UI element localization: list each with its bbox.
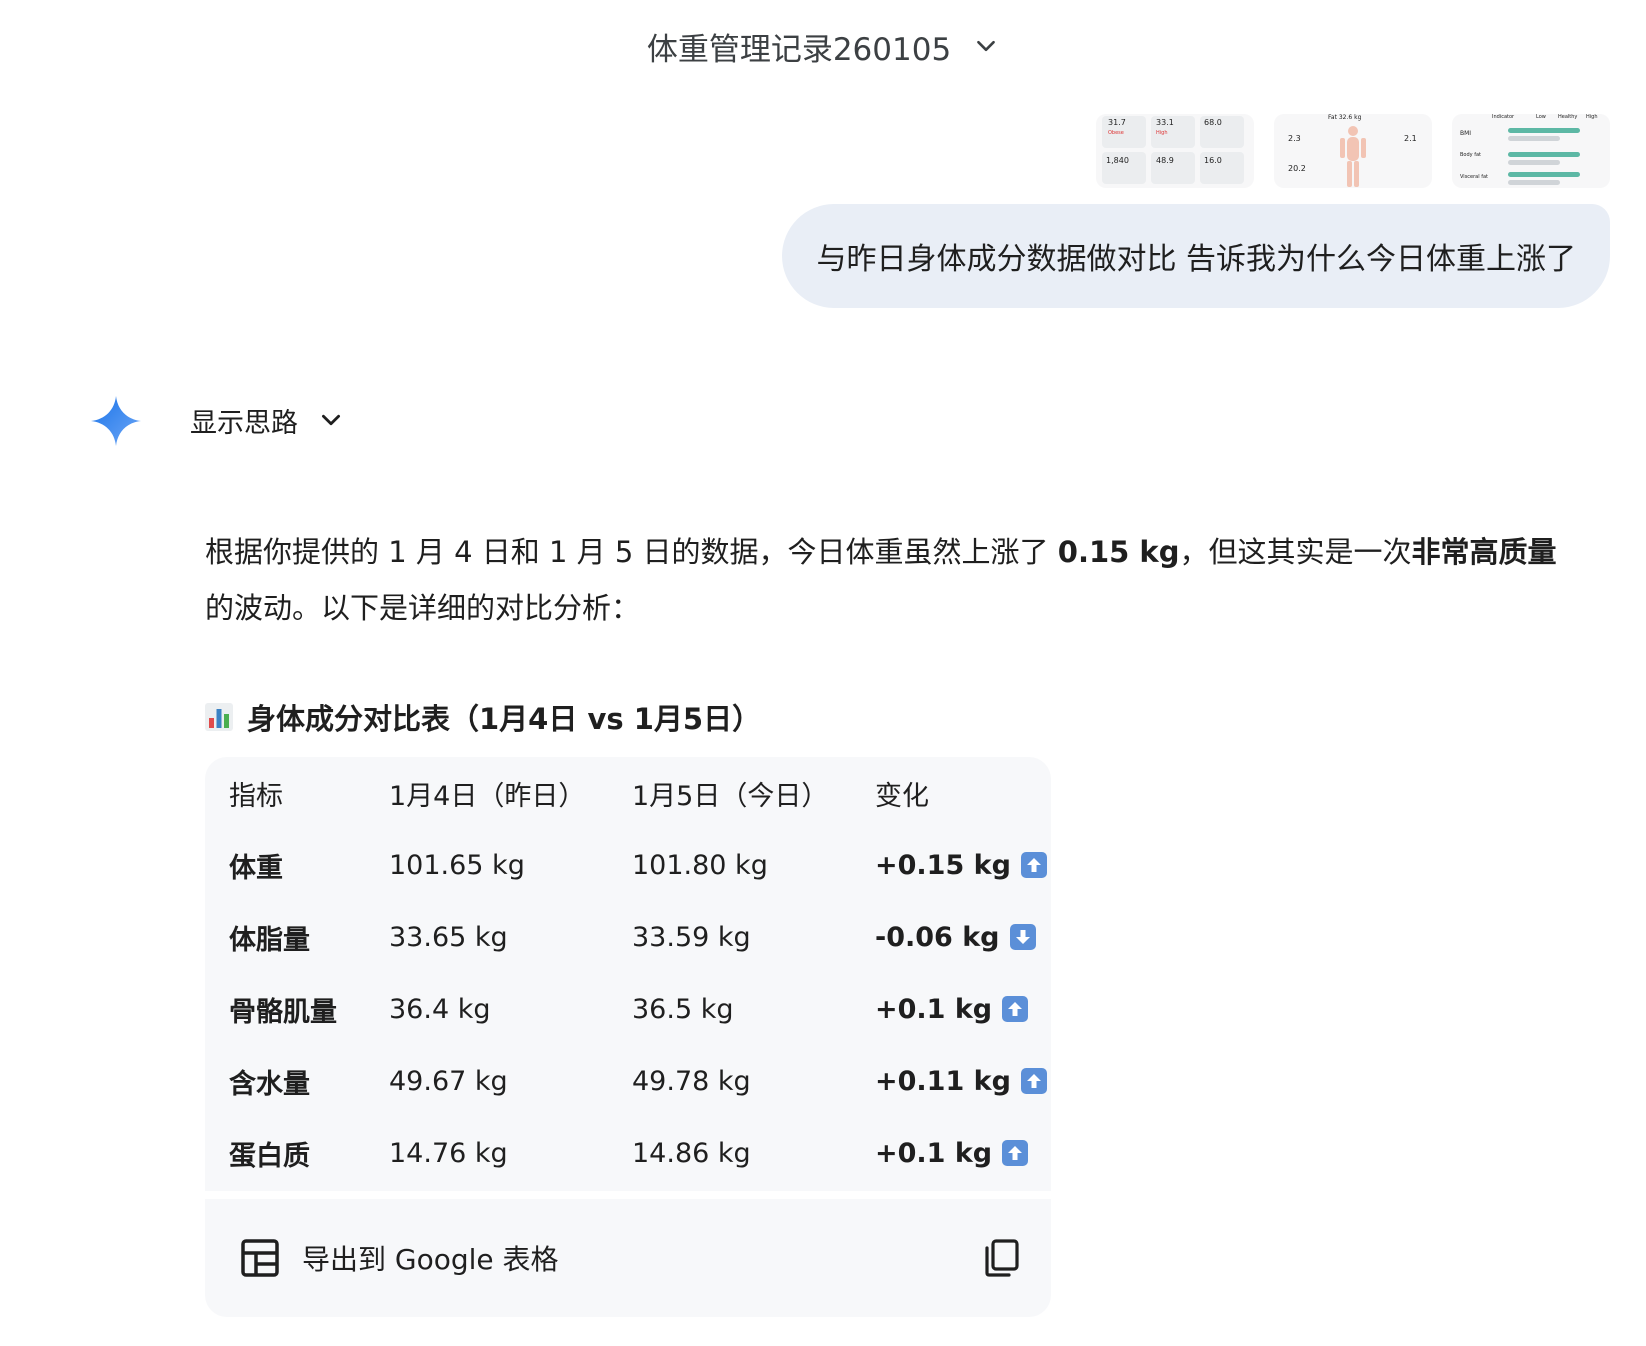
thumb-value: 2.1 — [1404, 134, 1417, 143]
change-value: -0.06 kg — [875, 921, 1000, 953]
today-value: 49.78 kg — [632, 1065, 751, 1097]
metric-name: 骨骼肌量 — [229, 996, 337, 1028]
table-row: 骨骼肌量 36.4 kg 36.5 kg +0.1 kg — [205, 973, 1051, 1045]
show-thinking-toggle[interactable]: 显示思路 — [190, 398, 344, 442]
thumb-header: High — [1586, 114, 1598, 120]
change-value: +0.11 kg — [875, 1065, 1011, 1097]
copy-icon[interactable] — [983, 1239, 1019, 1277]
comparison-table: 指标 1月4日（昨日） 1月5日（今日） 变化 体重 101.65 kg 101… — [205, 757, 1051, 1191]
bar-chart-icon — [205, 703, 233, 731]
answer-highlight: 非常高质量 — [1411, 535, 1557, 569]
today-value: 36.5 kg — [632, 993, 734, 1025]
arrow-up-icon — [1002, 1140, 1029, 1166]
thumb-header: Indicator — [1492, 114, 1515, 120]
table-heading: 身体成分对比表（1月4日 vs 1月5日） — [205, 692, 761, 742]
thumb-tag: High — [1156, 130, 1168, 136]
thumb-header: Low — [1536, 114, 1546, 120]
yesterday-value: 49.67 kg — [389, 1065, 508, 1097]
table-grid-icon — [241, 1239, 279, 1277]
table-row: 蛋白质 14.76 kg 14.86 kg +0.1 kg — [205, 1117, 1051, 1189]
arrow-up-icon — [1020, 852, 1047, 878]
thumb-value: 20.2 — [1288, 164, 1306, 173]
today-value: 14.86 kg — [632, 1137, 751, 1169]
attachment-thumbnail[interactable]: Fat 32.6 kg 2.3 2.1 20.2 — [1274, 114, 1432, 188]
change-cell: +0.1 kg — [875, 1137, 1029, 1169]
thumb-value: 16.0 — [1204, 156, 1222, 165]
yesterday-value: 36.4 kg — [389, 993, 491, 1025]
column-header: 变化 — [875, 780, 929, 812]
change-cell: +0.11 kg — [875, 1066, 1047, 1097]
table-header-row: 指标 1月4日（昨日） 1月5日（今日） 变化 — [205, 757, 1051, 829]
thumb-header: Healthy — [1558, 114, 1578, 120]
column-header: 1月4日（昨日） — [389, 780, 586, 812]
user-message-bubble: 与昨日身体成分数据做对比 告诉我为什么今日体重上涨了 — [782, 204, 1610, 308]
change-value: +0.1 kg — [875, 1137, 993, 1169]
change-cell: +0.1 kg — [875, 993, 1029, 1025]
metric-name: 蛋白质 — [229, 1140, 310, 1172]
column-header: 1月5日（今日） — [632, 780, 829, 812]
change-cell: +0.15 kg — [875, 850, 1047, 881]
change-cell: -0.06 kg — [875, 922, 1036, 953]
metric-name: 体脂量 — [229, 924, 310, 956]
answer-paragraph: 根据你提供的 1 月 4 日和 1 月 5 日的数据，今日体重虽然上涨了 0.1… — [205, 524, 1585, 636]
yesterday-value: 33.65 kg — [389, 921, 508, 953]
thumb-value: 1,840 — [1106, 156, 1129, 165]
answer-text: 根据你提供的 1 月 4 日和 1 月 5 日的数据，今日体重虽然上涨了 — [205, 535, 1058, 569]
arrow-up-icon — [1020, 1068, 1047, 1094]
table-row: 体重 101.65 kg 101.80 kg +0.15 kg — [205, 829, 1051, 901]
thumb-value: 2.3 — [1288, 134, 1301, 143]
today-value: 33.59 kg — [632, 921, 751, 953]
thumb-row: Body fat — [1460, 152, 1481, 158]
attachment-thumbnail[interactable]: 31.7 Obese 33.1 High 68.0 1,840 48.9 16.… — [1096, 114, 1254, 188]
answer-text: ，但这其实是一次 — [1179, 535, 1412, 569]
thumb-value: 68.0 — [1204, 118, 1222, 127]
body-figure-icon — [1340, 126, 1366, 187]
gemini-spark-icon — [91, 396, 141, 446]
table-heading-text: 身体成分对比表（1月4日 vs 1月5日） — [247, 702, 762, 736]
yesterday-value: 101.65 kg — [389, 849, 525, 881]
thumb-row: Visceral fat — [1460, 174, 1489, 180]
table-row: 体脂量 33.65 kg 33.59 kg -0.06 kg — [205, 901, 1051, 973]
yesterday-value: 14.76 kg — [389, 1137, 508, 1169]
attachment-thumbnails: 31.7 Obese 33.1 High 68.0 1,840 48.9 16.… — [1096, 114, 1610, 188]
export-bar: 导出到 Google 表格 — [205, 1199, 1051, 1317]
change-value: +0.1 kg — [875, 993, 993, 1025]
thumb-title: Fat 32.6 kg — [1328, 114, 1362, 121]
change-value: +0.15 kg — [875, 849, 1011, 881]
export-to-sheets-button[interactable]: 导出到 Google 表格 — [302, 1199, 559, 1317]
arrow-up-icon — [1002, 996, 1029, 1022]
chevron-down-icon[interactable] — [973, 33, 999, 59]
thumb-value: 31.7 — [1108, 118, 1126, 127]
show-thinking-label: 显示思路 — [190, 407, 298, 439]
today-value: 101.80 kg — [632, 849, 768, 881]
chat-title[interactable]: 体重管理记录260105 — [0, 22, 1646, 70]
column-header: 指标 — [229, 780, 283, 812]
arrow-down-icon — [1009, 924, 1036, 950]
answer-text: 的波动。以下是详细的对比分析： — [205, 591, 641, 625]
chevron-down-icon — [322, 414, 340, 426]
table-row: 含水量 49.67 kg 49.78 kg +0.11 kg — [205, 1045, 1051, 1117]
chat-title-text: 体重管理记录260105 — [646, 31, 952, 68]
attachment-thumbnail[interactable]: Indicator Low Healthy High BMI Body fat … — [1452, 114, 1610, 188]
thumb-row: BMI — [1460, 130, 1472, 137]
thumb-tag: Obese — [1108, 130, 1124, 136]
thumb-value: 48.9 — [1156, 156, 1174, 165]
thumb-value: 33.1 — [1156, 118, 1174, 127]
metric-name: 体重 — [229, 852, 283, 884]
answer-highlight: 0.15 kg — [1057, 535, 1180, 569]
metric-name: 含水量 — [229, 1068, 310, 1100]
user-message-text: 与昨日身体成分数据做对比 告诉我为什么今日体重上涨了 — [816, 242, 1576, 277]
